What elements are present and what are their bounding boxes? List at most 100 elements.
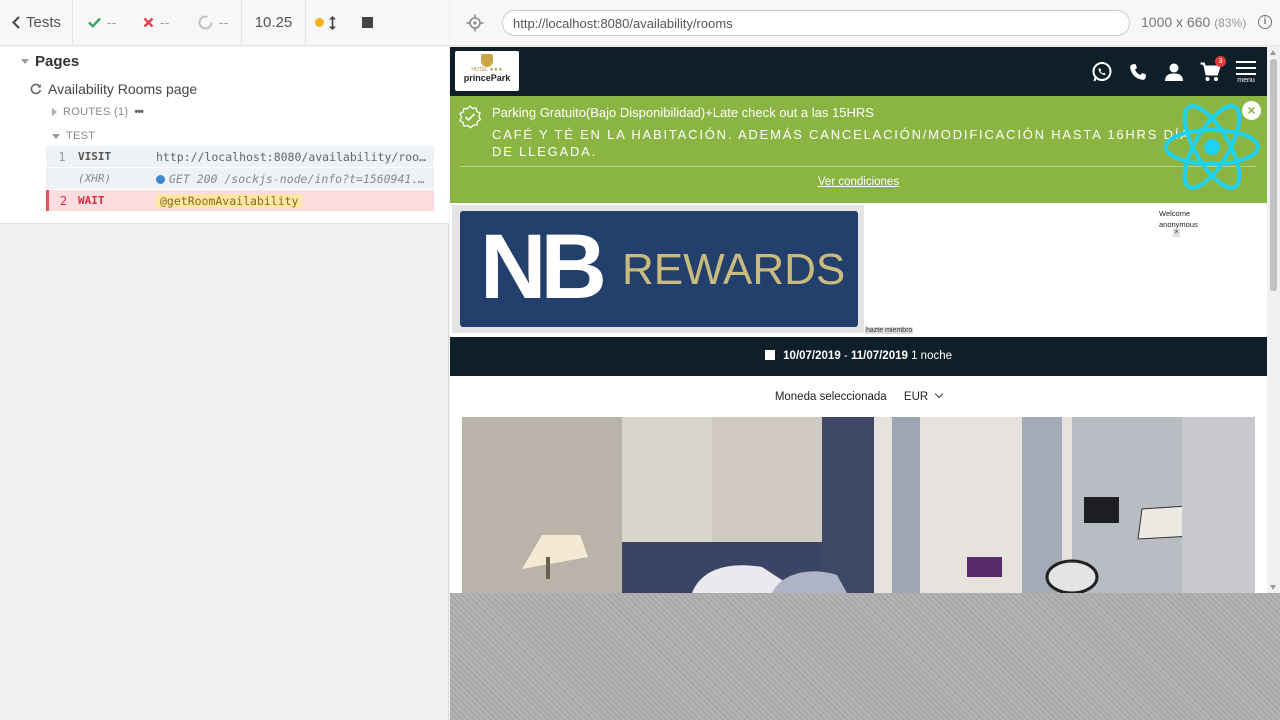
rewards-nb-text: NB <box>480 216 607 318</box>
routes-label: ROUTES (1) <box>63 106 129 118</box>
command-number: 1 <box>58 149 66 164</box>
chevron-down-icon <box>934 389 944 399</box>
pending-circle-icon <box>198 15 213 30</box>
viewport-zoom: (83%) <box>1214 16 1247 30</box>
stop-icon[interactable] <box>362 17 373 28</box>
tests-button[interactable]: Tests <box>0 0 73 45</box>
checkin-date: 10/07/2019 <box>783 350 841 362</box>
rewards-banner[interactable]: NB REWARDS <box>452 205 864 333</box>
menu-button[interactable]: menu <box>1235 57 1257 87</box>
hamburger-icon <box>1236 61 1256 75</box>
crest-icon <box>481 54 493 67</box>
rewards-section: NB REWARDS hazte miembro Welcome anonymo… <box>450 203 1267 337</box>
room-photo[interactable] <box>462 417 1255 593</box>
pending-stat: -- <box>186 0 242 45</box>
refresh-icon <box>30 83 42 95</box>
nav-icons: 3 menu <box>1091 56 1257 87</box>
nights-count: 1 noche <box>911 350 953 362</box>
menu-label: menu <box>1237 77 1255 84</box>
command-number: 2 <box>59 193 68 208</box>
cross-icon <box>143 17 154 28</box>
suite-row[interactable]: Pages <box>21 53 79 70</box>
failed-stat: -- <box>129 0 186 45</box>
command-message: GET 200 /sockjs-node/info?t=1560941... <box>169 171 432 186</box>
promo-close-button[interactable]: × <box>1242 101 1261 120</box>
failed-count: -- <box>160 15 170 30</box>
run-controls <box>306 0 391 45</box>
aut-header: http://localhost:8080/availability/rooms… <box>450 0 1280 46</box>
info-icon[interactable]: i <box>1258 15 1272 29</box>
command-wait[interactable]: 2 WAIT @getRoomAvailability <box>46 190 434 211</box>
routes-toggle[interactable]: ROUTES (1) ••• <box>52 106 144 118</box>
suite-title: Pages <box>35 53 80 70</box>
hotel-logo[interactable]: HOTEL ★★★ princePark <box>455 51 519 91</box>
test-row[interactable]: Availability Rooms page <box>30 81 197 97</box>
test-title: Availability Rooms page <box>48 81 198 97</box>
status-dot-icon <box>315 18 324 27</box>
url-bar[interactable]: http://localhost:8080/availability/rooms <box>502 10 1130 36</box>
runnables-list: Pages Availability Rooms page ROUTES (1)… <box>0 47 449 224</box>
pending-count: -- <box>219 15 229 30</box>
currency-label: Moneda seleccionada <box>774 391 887 403</box>
app-under-test: HOTEL ★★★ princePark 3 menu Parking Grat… <box>450 47 1280 593</box>
promo-subtitle: CAFÉ Y TÉ EN LA HABITACIÓN. ADEMÁS CANCE… <box>492 127 1190 159</box>
command-name: WAIT <box>78 194 105 207</box>
command-name: VISIT <box>78 150 112 163</box>
welcome-close-button[interactable]: × <box>1173 229 1180 237</box>
checkout-date: 11/07/2019 <box>850 350 908 362</box>
aut-stage: HOTEL ★★★ princePark 3 menu Parking Grat… <box>450 47 1280 720</box>
command-message-wrap: GET 200 /sockjs-node/info?t=1560941... <box>156 172 432 186</box>
calendar-icon <box>764 350 775 360</box>
join-member-button[interactable]: hazte miembro <box>865 327 914 334</box>
alias-badge: @getRoomAvailability <box>156 193 303 208</box>
welcome-box: Welcome anonymous <box>1159 208 1198 230</box>
command-xhr[interactable]: (XHR) GET 200 /sockjs-node/info?t=156094… <box>46 168 434 189</box>
whatsapp-icon[interactable] <box>1091 61 1113 83</box>
user-icon[interactable] <box>1163 61 1185 83</box>
aut-scrollbar[interactable] <box>1267 47 1280 593</box>
reporter-panel: Tests -- -- -- 10.25 Pages Availability … <box>0 0 449 720</box>
scroll-thumb[interactable] <box>1270 59 1277 291</box>
phone-icon[interactable] <box>1127 61 1149 83</box>
conditions-link[interactable]: Ver condiciones <box>450 176 1267 188</box>
dates-bar[interactable]: 10/07/2019 - 11/07/2019 1 noche <box>450 337 1267 376</box>
test-section-label: TEST <box>66 130 96 142</box>
duration-display: 10.25 <box>242 0 306 45</box>
scroll-up-icon[interactable] <box>1270 50 1276 55</box>
more-icon: ••• <box>134 106 144 118</box>
rewards-logo: NB REWARDS <box>460 211 858 327</box>
selector-playground-icon[interactable] <box>466 14 484 32</box>
promo-banner: Parking Gratuito(Bajo Disponibilidad)+La… <box>450 96 1267 203</box>
logo-text: princePark <box>463 73 511 83</box>
chevron-left-icon <box>12 16 20 29</box>
command-message-wrap: @getRoomAvailability <box>156 193 432 208</box>
scroll-down-icon[interactable] <box>1270 585 1276 590</box>
caret-down-icon <box>21 59 29 64</box>
site-navbar: HOTEL ★★★ princePark 3 menu <box>450 47 1267 96</box>
promo-divider <box>460 166 1257 167</box>
viewport-size: 1000 x 660 <box>1141 14 1211 30</box>
check-icon <box>88 17 101 28</box>
auto-scroll-toggle[interactable] <box>315 15 336 30</box>
command-name: (XHR) <box>78 172 112 185</box>
cart-badge: 3 <box>1215 56 1226 67</box>
currency-select[interactable]: EUR <box>903 389 944 403</box>
passed-count: -- <box>107 15 117 30</box>
cart-icon[interactable]: 3 <box>1199 56 1226 83</box>
rewards-word: REWARDS <box>622 245 846 294</box>
badge-check-icon <box>459 105 482 129</box>
reporter-header: Tests -- -- -- 10.25 <box>0 0 449 46</box>
currency-value: EUR <box>903 391 929 403</box>
date-separator: - <box>843 350 848 362</box>
scroll-arrows-icon <box>329 15 336 30</box>
command-visit[interactable]: 1 VISIT http://localhost:8080/availabili… <box>46 146 434 167</box>
promo-title: Parking Gratuito(Bajo Disponibilidad)+La… <box>492 105 874 120</box>
caret-right-icon <box>52 108 57 116</box>
test-section-toggle[interactable]: TEST <box>52 130 95 142</box>
viewport-info: 1000 x 660 (83%) <box>1141 14 1246 30</box>
passed-stat: -- <box>73 0 129 45</box>
command-message: http://localhost:8080/availability/rooms <box>156 149 432 164</box>
caret-down-icon <box>52 133 60 139</box>
tests-label: Tests <box>26 14 62 31</box>
welcome-line: Welcome <box>1159 209 1191 218</box>
